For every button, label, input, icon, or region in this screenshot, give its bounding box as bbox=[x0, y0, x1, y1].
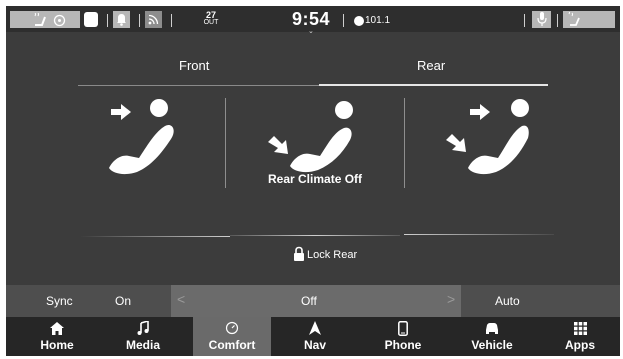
rss-icon[interactable] bbox=[148, 14, 159, 25]
nav-apps[interactable]: Apps bbox=[553, 317, 607, 356]
nav-home[interactable]: Home bbox=[30, 317, 84, 356]
radio-source-icon bbox=[354, 16, 364, 26]
fan-on-button[interactable]: On bbox=[115, 294, 131, 308]
fan-speed-slider[interactable]: < Off > bbox=[171, 285, 461, 317]
nav-home-label: Home bbox=[40, 338, 74, 352]
rear-left-seat-button[interactable] bbox=[99, 96, 189, 186]
chevron-right-icon[interactable]: > bbox=[447, 291, 455, 307]
outside-temp-badge: 27 OUT bbox=[200, 11, 222, 29]
outside-temp-value: 27 bbox=[205, 10, 216, 20]
notification-bell-icon[interactable] bbox=[116, 13, 127, 26]
bottom-nav: Home Media Comfort Nav Phone Vehicle App… bbox=[6, 317, 620, 356]
nav-apps-label: Apps bbox=[565, 338, 595, 352]
nav-nav-label: Nav bbox=[303, 338, 326, 352]
car-icon bbox=[486, 322, 498, 334]
divider-line bbox=[404, 234, 554, 235]
tab-front[interactable]: Front bbox=[179, 58, 209, 73]
divider-line bbox=[80, 236, 230, 237]
heated-seat-icon[interactable] bbox=[32, 13, 48, 27]
heated-wheel-icon[interactable] bbox=[53, 14, 66, 27]
airflow-arrow-icon bbox=[111, 104, 131, 120]
outside-temp-label: OUT bbox=[203, 19, 219, 26]
screen: 27 OUT 9:54 ⌄ 101.1 Front Rear Rear Clim… bbox=[0, 0, 623, 359]
status-divider bbox=[557, 14, 558, 27]
nav-phone[interactable]: Phone bbox=[376, 317, 430, 356]
seat-occupant-head-icon bbox=[335, 101, 353, 119]
fan-control-row: Sync On < Off > Auto bbox=[6, 285, 620, 317]
rear-right-seat-button[interactable] bbox=[440, 96, 530, 186]
airflow-arrow-icon bbox=[268, 136, 288, 154]
chevron-left-icon[interactable]: < bbox=[177, 291, 185, 307]
status-divider bbox=[139, 14, 140, 27]
nav-media-label: Media bbox=[125, 338, 160, 352]
climate-icon bbox=[225, 321, 239, 335]
phone-icon bbox=[398, 320, 408, 336]
airflow-arrow-icon bbox=[470, 104, 490, 120]
apps-grid-icon bbox=[573, 321, 587, 335]
nav-comfort[interactable]: Comfort bbox=[193, 317, 271, 356]
nav-comfort-label: Comfort bbox=[208, 338, 256, 352]
climate-display: 27 OUT 9:54 ⌄ 101.1 Front Rear Rear Clim… bbox=[6, 6, 620, 356]
nav-vehicle-label: Vehicle bbox=[471, 338, 513, 352]
home-icon bbox=[50, 321, 64, 335]
seat-occupant-head-icon bbox=[511, 99, 529, 117]
radio-frequency[interactable]: 101.1 bbox=[365, 15, 390, 26]
tab-active-indicator bbox=[319, 84, 548, 86]
microphone-icon[interactable] bbox=[537, 12, 547, 27]
seat-divider bbox=[225, 98, 226, 188]
nav-media[interactable]: Media bbox=[116, 317, 170, 356]
fan-speed-value: Off bbox=[301, 294, 317, 308]
seat-occupant-head-icon bbox=[150, 99, 168, 117]
sync-button[interactable]: Sync bbox=[46, 294, 73, 308]
status-bar: 27 OUT 9:54 ⌄ 101.1 bbox=[6, 6, 620, 35]
rear-climate-status: Rear Climate Off bbox=[268, 172, 363, 186]
seat-icon bbox=[290, 127, 352, 173]
auto-button[interactable]: Auto bbox=[495, 294, 520, 308]
tab-rear[interactable]: Rear bbox=[417, 58, 445, 73]
status-divider bbox=[343, 14, 344, 27]
divider-line bbox=[230, 235, 400, 236]
chevron-down-icon[interactable]: ⌄ bbox=[308, 27, 314, 35]
heated-steering-wheel-icon[interactable] bbox=[567, 12, 581, 27]
music-note-icon bbox=[137, 321, 149, 335]
status-divider bbox=[524, 14, 525, 27]
seat-divider bbox=[404, 98, 405, 188]
nav-vehicle[interactable]: Vehicle bbox=[460, 317, 524, 356]
status-divider bbox=[171, 14, 172, 27]
seat-icon bbox=[468, 125, 529, 175]
lock-icon bbox=[294, 246, 304, 261]
status-divider bbox=[107, 14, 108, 27]
seat-icon bbox=[109, 124, 174, 175]
nav-nav[interactable]: Nav bbox=[288, 317, 342, 356]
navigation-arrow-icon bbox=[309, 321, 321, 335]
nav-phone-label: Phone bbox=[384, 338, 422, 352]
status-indicator-icon bbox=[84, 12, 98, 27]
lock-rear-label: Lock Rear bbox=[307, 249, 358, 261]
airflow-arrow-icon bbox=[446, 134, 466, 152]
